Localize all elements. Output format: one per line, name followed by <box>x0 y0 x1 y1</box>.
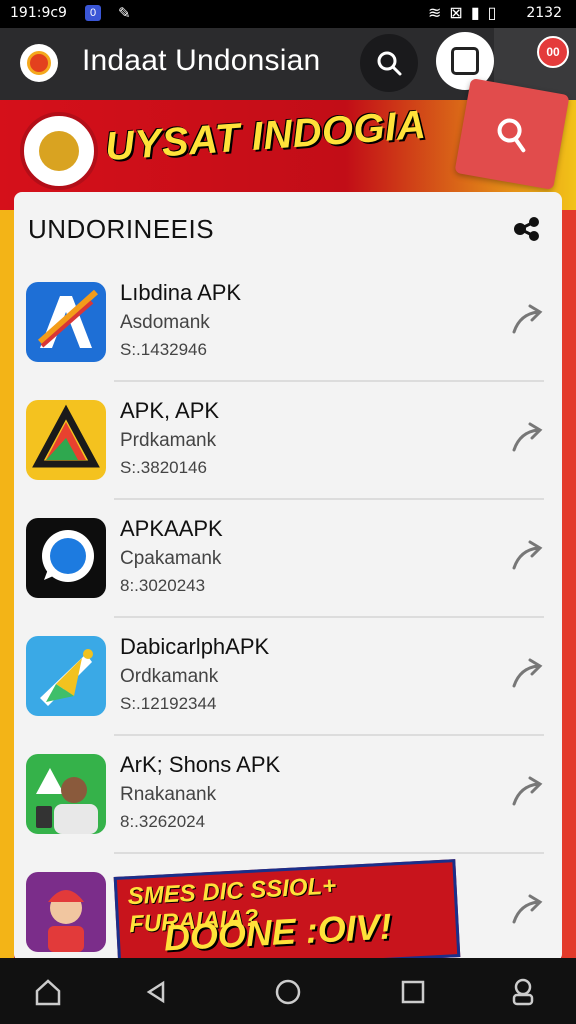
open-arrow-icon[interactable] <box>510 894 544 931</box>
status-time-left: 191:9c9 <box>10 5 67 21</box>
status-clock: 2132 <box>526 5 562 21</box>
app-icon-cartoon <box>26 872 106 952</box>
status-bar: 191:9c9 0 ✎ ≋ ⊠ ▮ ▯ 2132 <box>0 0 576 28</box>
app-size: S:.12192344 <box>120 694 217 713</box>
emblem-icon <box>20 112 98 190</box>
open-arrow-icon[interactable] <box>510 658 544 695</box>
app-icon-kite <box>26 636 106 716</box>
window-icon <box>451 47 479 75</box>
app-logo-icon <box>20 44 58 82</box>
navigation-bar <box>0 958 576 1024</box>
status-icons: ≋ ⊠ ▮ ▯ <box>428 3 496 23</box>
battery-icon: ▯ <box>487 5 497 22</box>
app-size: 8:.3020243 <box>120 576 206 595</box>
wifi-icon: ≋ <box>428 5 442 22</box>
app-icon-a <box>26 282 106 362</box>
home-icon <box>35 979 61 1006</box>
app-developer: Rnakanank <box>120 784 217 805</box>
app-size: S:.1432946 <box>120 340 207 359</box>
app-size: S:.3820146 <box>120 458 207 477</box>
app-name: APK, APK <box>120 398 220 423</box>
app-name: DabicarlphAPK <box>120 634 270 659</box>
overview-home-button[interactable] <box>270 974 306 1010</box>
list-item[interactable]: ArK; Shons APK Rnakanank 8:.3262024 <box>14 736 562 854</box>
side-decoration-right <box>562 210 576 960</box>
app-name: ArK; Shons APK <box>120 752 281 777</box>
app-icon-person <box>26 754 106 834</box>
app-list-card: UNDORINEEIS Lıbdina APK Asdomank S:.1432… <box>14 192 562 962</box>
list-item[interactable]: DabicarlphAPK Ordkamank S:.12192344 <box>14 618 562 736</box>
banner-title: UYSAT INDOGIA <box>103 102 428 170</box>
app-size: 8:.3262024 <box>120 812 206 831</box>
banner-search-button[interactable] <box>454 78 570 190</box>
card-header: UNDORINEEIS <box>28 214 215 244</box>
status-misc-icon: ✎ <box>118 5 131 22</box>
recents-icon <box>401 980 425 1004</box>
circle-home-icon <box>275 979 301 1005</box>
app-name: Lıbdina APK <box>120 280 242 305</box>
open-arrow-icon[interactable] <box>510 422 544 459</box>
list-item[interactable]: Lıbdina APK Asdomank S:.1432946 <box>14 264 562 382</box>
home-button[interactable] <box>30 974 66 1010</box>
app-icon-triangle <box>26 400 106 480</box>
open-arrow-icon[interactable] <box>510 776 544 813</box>
back-button[interactable] <box>138 974 174 1010</box>
app-developer: Ordkamank <box>120 666 219 687</box>
app-icon-chat <box>26 518 106 598</box>
side-decoration-left <box>0 210 14 960</box>
search-button[interactable] <box>360 34 418 92</box>
open-arrow-icon[interactable] <box>510 304 544 341</box>
open-arrow-icon[interactable] <box>510 540 544 577</box>
status-badge: 0 <box>85 5 101 21</box>
assistant-button[interactable] <box>505 974 541 1010</box>
app-developer: Cpakamank <box>120 548 222 569</box>
search-icon <box>377 51 402 76</box>
list-item[interactable]: APK, APK Prdkamank S:.3820146 <box>14 382 562 500</box>
share-icon <box>514 217 539 241</box>
mute-icon: ⊠ <box>449 5 463 22</box>
app-title: Indaat Undonsian <box>82 44 321 77</box>
app-name: APKAAPK <box>120 516 223 541</box>
app-developer: Prdkamank <box>120 430 217 451</box>
recents-button[interactable] <box>395 974 431 1010</box>
list-item[interactable]: APKAAPK Cpakamank 8:.3020243 <box>14 500 562 618</box>
notification-badge[interactable]: 00 <box>537 36 569 68</box>
signal-icon: ▮ <box>470 5 480 22</box>
robot-icon <box>512 978 534 1006</box>
share-button[interactable] <box>512 216 542 247</box>
app-developer: Asdomank <box>120 312 210 333</box>
back-icon <box>146 980 165 1004</box>
magnifier-icon <box>497 118 526 153</box>
